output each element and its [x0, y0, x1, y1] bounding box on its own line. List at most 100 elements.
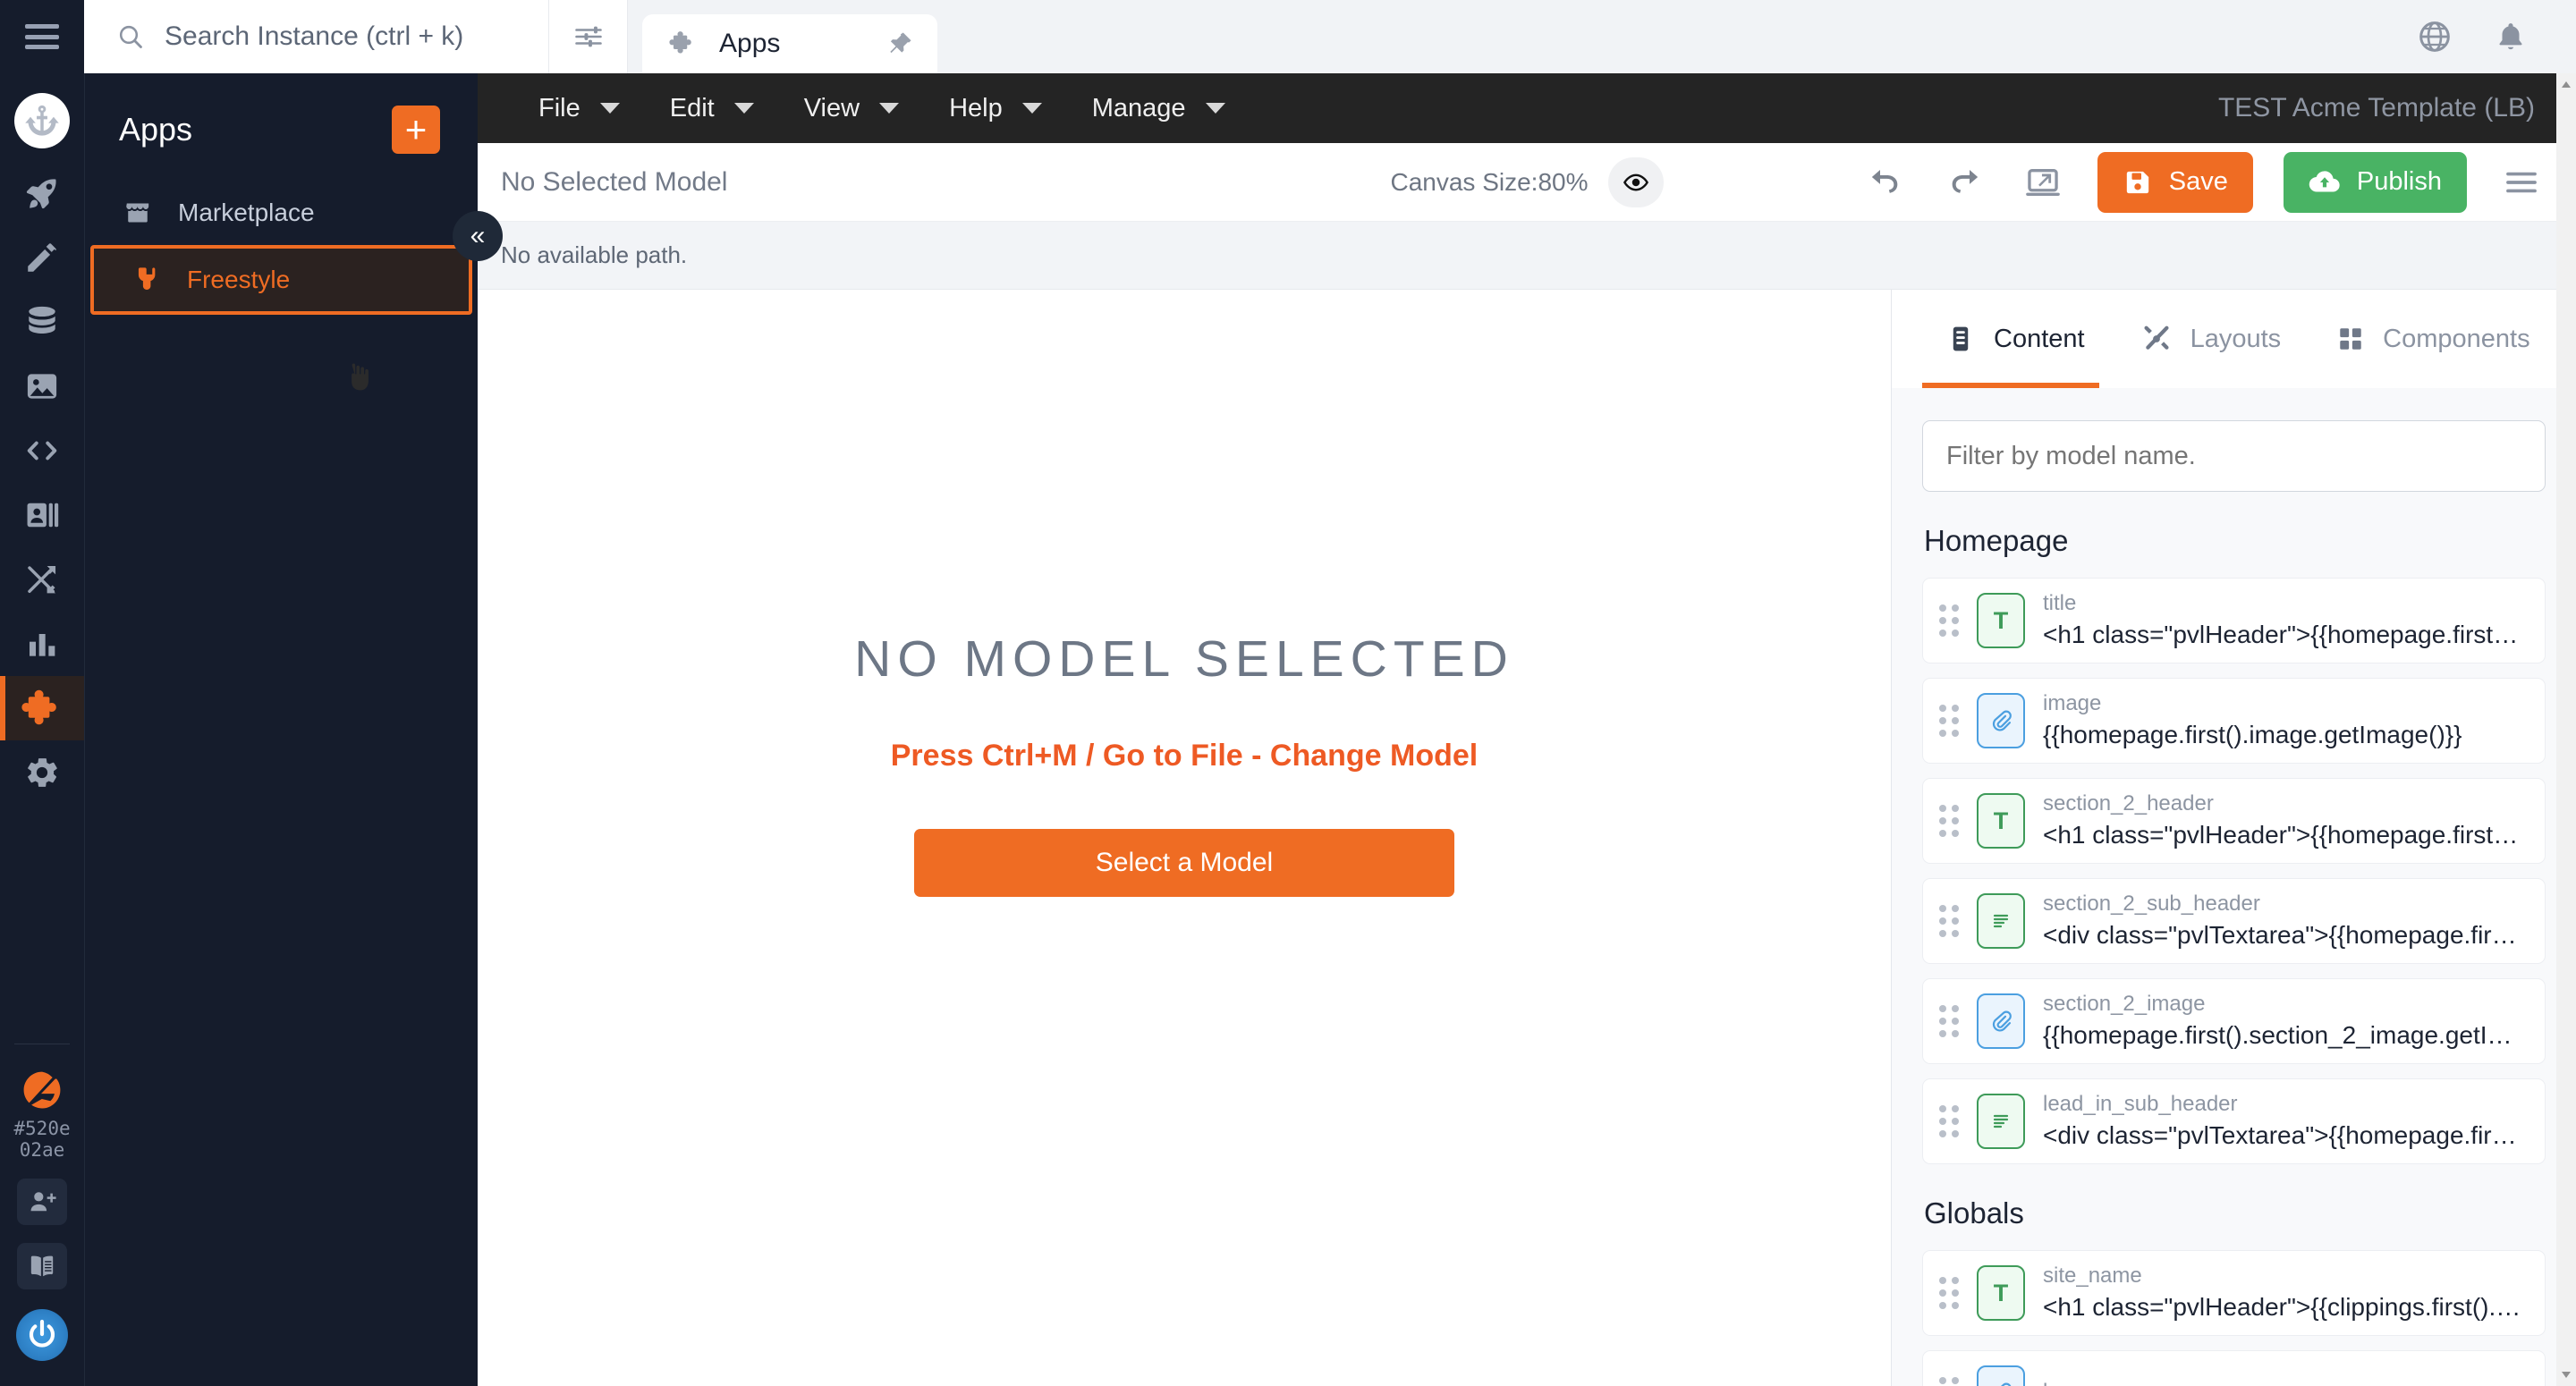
power-icon [29, 1319, 55, 1348]
select-model-button[interactable]: Select a Model [914, 829, 1454, 897]
model-field-name: image [2043, 691, 2102, 716]
rail-item-code[interactable] [0, 418, 84, 483]
pencil-icon [28, 243, 56, 272]
bell-icon[interactable] [2494, 20, 2528, 54]
toolbar-actions: Save Publish [1861, 151, 2546, 213]
brand-z-icon [23, 1071, 61, 1109]
editor-options-menu-button[interactable] [2497, 158, 2546, 207]
sliders-icon [574, 26, 602, 47]
model-card[interactable]: section_2_image {{homepage.first().secti… [1922, 978, 2546, 1064]
rail-item-workflows[interactable] [0, 547, 84, 612]
puzzle-icon [669, 31, 691, 54]
scroll-up-arrow[interactable] [2556, 73, 2576, 97]
tab-layouts[interactable]: Layouts [2117, 290, 2305, 388]
menu-file[interactable]: File [513, 73, 645, 143]
app-item-freestyle[interactable]: Freestyle [90, 245, 472, 315]
tab-components[interactable]: Components [2313, 290, 2553, 388]
present-share-icon [2025, 168, 2060, 196]
type-attachment-icon [1977, 1365, 2025, 1386]
publish-button[interactable]: Publish [2283, 151, 2467, 213]
app-logo-anchor[interactable] [14, 93, 70, 148]
docs-button[interactable] [17, 1243, 67, 1289]
drag-handle-icon[interactable] [1939, 1377, 1959, 1386]
model-card[interactable]: lead_in_sub_header <div class="pvlTextar… [1922, 1078, 2546, 1164]
rail-item-edit[interactable] [0, 225, 84, 290]
tab-apps-label: Apps [719, 29, 781, 58]
type-textarea-icon [1977, 893, 2025, 949]
rail-item-media[interactable] [0, 354, 84, 418]
app-item-marketplace[interactable]: Marketplace [85, 181, 478, 245]
rail-footer: #520e 02ae [0, 1043, 84, 1386]
rocket-icon [26, 179, 56, 209]
rail-item-apps[interactable] [0, 676, 84, 740]
menu-manage[interactable]: Manage [1067, 73, 1250, 143]
collapse-panel-button[interactable]: « [453, 211, 503, 261]
menu-bar: File Edit View Help Manage TEST Acme Tem… [478, 73, 2576, 143]
model-filter-input[interactable] [1922, 420, 2546, 492]
model-card[interactable]: T title <h1 class="pvlHeader">{{homepage… [1922, 578, 2546, 663]
model-field-code: <h1 class="pvlHeader">{{clippings.first(… [2043, 1292, 2525, 1321]
drag-handle-icon[interactable] [1939, 1005, 1959, 1037]
menu-help[interactable]: Help [924, 73, 1067, 143]
rail-item-analytics[interactable] [0, 612, 84, 676]
tab-content-label: Content [1994, 324, 2085, 353]
rail-item-contacts[interactable] [0, 483, 84, 547]
logout-power-button[interactable] [16, 1309, 68, 1361]
present-button[interactable] [2019, 158, 2067, 207]
menu-edit-label: Edit [669, 93, 715, 123]
menu-edit[interactable]: Edit [645, 73, 779, 143]
model-card[interactable]: section_2_sub_header <div class="pvlText… [1922, 878, 2546, 964]
model-field-code: {{homepage.first().section_2_image.getIm… [2043, 1020, 2525, 1049]
preview-toggle-button[interactable] [1607, 156, 1664, 207]
drag-handle-icon[interactable] [1939, 905, 1959, 937]
menu-view-label: View [803, 93, 860, 123]
model-field-code: <h1 class="pvlHeader">{{homepage.first()… [2043, 620, 2525, 648]
add-app-button[interactable]: + [392, 106, 440, 154]
pin-icon[interactable] [886, 30, 914, 58]
model-card[interactable]: logo [1922, 1350, 2546, 1386]
canvas-empty-heading: NO MODEL SELECTED [854, 630, 1514, 688]
add-user-icon [30, 1192, 56, 1212]
search-filter-button[interactable] [549, 0, 628, 73]
type-text-icon: T [1977, 1265, 2025, 1321]
selected-model-status: No Selected Model [501, 166, 728, 197]
drag-handle-icon[interactable] [1939, 705, 1959, 737]
tab-content[interactable]: Content [1922, 290, 2108, 388]
scroll-down-arrow[interactable] [2556, 1363, 2576, 1386]
instance-version-badge: #520e 02ae [13, 1118, 70, 1161]
chevron-down-icon [599, 103, 620, 114]
path-bar: No available path. [478, 222, 2576, 290]
chevron-down-icon [733, 103, 754, 114]
model-field-name: section_2_image [2043, 992, 2206, 1017]
right-panel-tabs: Content Layouts Components [1892, 290, 2576, 388]
body: #520e 02ae Apps + Marketplace Freestyle … [0, 73, 2576, 1386]
drag-handle-icon[interactable] [1939, 805, 1959, 837]
rail-item-settings[interactable] [0, 740, 84, 805]
chevron-down-icon [1021, 103, 1042, 114]
redo-button[interactable] [1940, 158, 1988, 207]
invite-user-button[interactable] [17, 1179, 67, 1225]
drag-handle-icon[interactable] [1939, 604, 1959, 637]
tab-apps[interactable]: Apps [642, 14, 937, 73]
save-button[interactable]: Save [2097, 151, 2253, 213]
left-rail: #520e 02ae [0, 73, 84, 1386]
model-card[interactable]: T site_name <h1 class="pvlHeader">{{clip… [1922, 1250, 2546, 1336]
rail-item-data[interactable] [0, 290, 84, 354]
model-field-name: section_2_sub_header [2043, 892, 2260, 917]
undo-icon [1871, 169, 1898, 193]
page-scrollbar[interactable] [2556, 73, 2576, 1386]
undo-button[interactable] [1861, 158, 1910, 207]
main-menu-icon[interactable] [25, 24, 59, 49]
redo-icon [1952, 169, 1978, 193]
model-card[interactable]: image {{homepage.first().image.getImage(… [1922, 678, 2546, 764]
drag-handle-icon[interactable] [1939, 1105, 1959, 1137]
drag-handle-icon[interactable] [1939, 1277, 1959, 1309]
menu-view[interactable]: View [779, 73, 924, 143]
globe-icon[interactable] [2417, 19, 2453, 55]
search-input[interactable]: Search Instance (ctrl + k) [84, 0, 549, 73]
model-card[interactable]: T section_2_header <h1 class="pvlHeader"… [1922, 778, 2546, 864]
topbar-actions [2417, 0, 2576, 73]
rail-item-launch[interactable] [0, 161, 84, 225]
menu-file-label: File [538, 93, 580, 123]
template-name: TEST Acme Template (LB) [2217, 93, 2535, 123]
